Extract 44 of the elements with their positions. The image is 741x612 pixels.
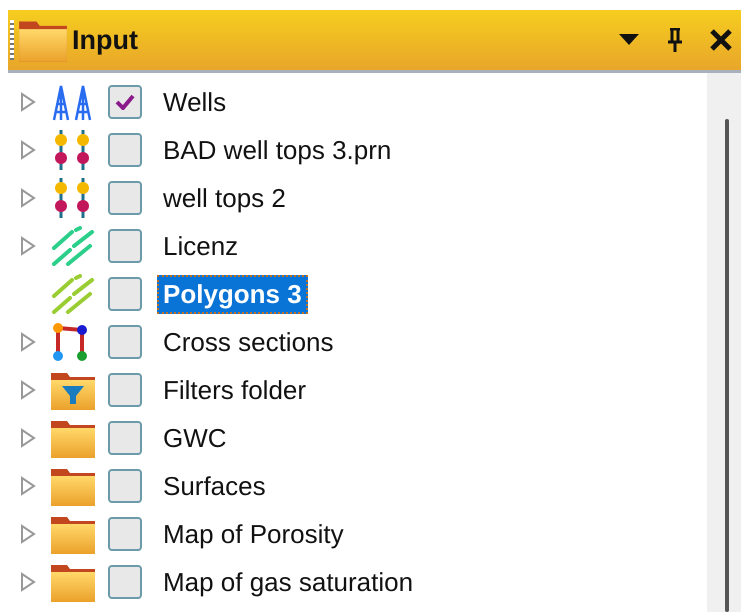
expand-arrow-icon[interactable] bbox=[20, 92, 36, 112]
checkbox[interactable] bbox=[108, 421, 142, 455]
tree-item-label[interactable]: BAD well tops 3.prn bbox=[157, 130, 398, 170]
tree-item-label[interactable]: well tops 2 bbox=[157, 178, 292, 218]
tree-item-label[interactable]: Map of Porosity bbox=[157, 514, 350, 554]
expand-arrow-icon[interactable] bbox=[20, 380, 36, 400]
panel-title: Input bbox=[72, 24, 139, 56]
tree-item-label[interactable]: Cross sections bbox=[157, 322, 340, 362]
tree-item-label[interactable]: Filters folder bbox=[157, 370, 312, 410]
expand-arrow-icon[interactable] bbox=[20, 188, 36, 208]
checkbox[interactable] bbox=[108, 181, 142, 215]
filter-folder-icon bbox=[50, 370, 96, 410]
tree-item-label[interactable]: Map of gas saturation bbox=[157, 562, 420, 602]
folder-icon bbox=[50, 514, 96, 554]
folder-icon bbox=[50, 418, 96, 458]
tree-item-label[interactable]: Wells bbox=[157, 82, 232, 122]
expand-arrow-icon[interactable] bbox=[20, 236, 36, 256]
checkbox[interactable] bbox=[108, 85, 142, 119]
folder-icon bbox=[50, 466, 96, 506]
checkbox[interactable] bbox=[108, 517, 142, 551]
tree-item-label[interactable]: Licenz bbox=[157, 226, 244, 266]
checkbox[interactable] bbox=[108, 565, 142, 599]
folder-icon bbox=[50, 562, 96, 602]
tree-item-label[interactable]: Surfaces bbox=[157, 466, 272, 506]
expand-arrow-icon[interactable] bbox=[20, 332, 36, 352]
scrollbar[interactable] bbox=[707, 73, 741, 612]
expand-arrow-icon[interactable] bbox=[20, 572, 36, 592]
drag-grip[interactable] bbox=[10, 20, 14, 60]
checkbox[interactable] bbox=[108, 229, 142, 263]
checkbox[interactable] bbox=[108, 373, 142, 407]
checkbox[interactable] bbox=[108, 133, 142, 167]
expand-arrow-icon[interactable] bbox=[20, 524, 36, 544]
close-icon bbox=[710, 29, 732, 51]
expand-arrow-icon[interactable] bbox=[20, 476, 36, 496]
checkbox[interactable] bbox=[108, 277, 142, 311]
caret-icon bbox=[619, 34, 639, 46]
expand-arrow-icon[interactable] bbox=[20, 140, 36, 160]
checkbox[interactable] bbox=[108, 325, 142, 359]
tree-item-label[interactable]: GWC bbox=[157, 418, 233, 458]
pin-icon bbox=[667, 28, 683, 52]
expand-arrow-icon[interactable] bbox=[20, 428, 36, 448]
checkbox[interactable] bbox=[108, 469, 142, 503]
tree-item-label[interactable]: Polygons 3 bbox=[157, 274, 308, 314]
checkmark-icon bbox=[115, 94, 135, 110]
